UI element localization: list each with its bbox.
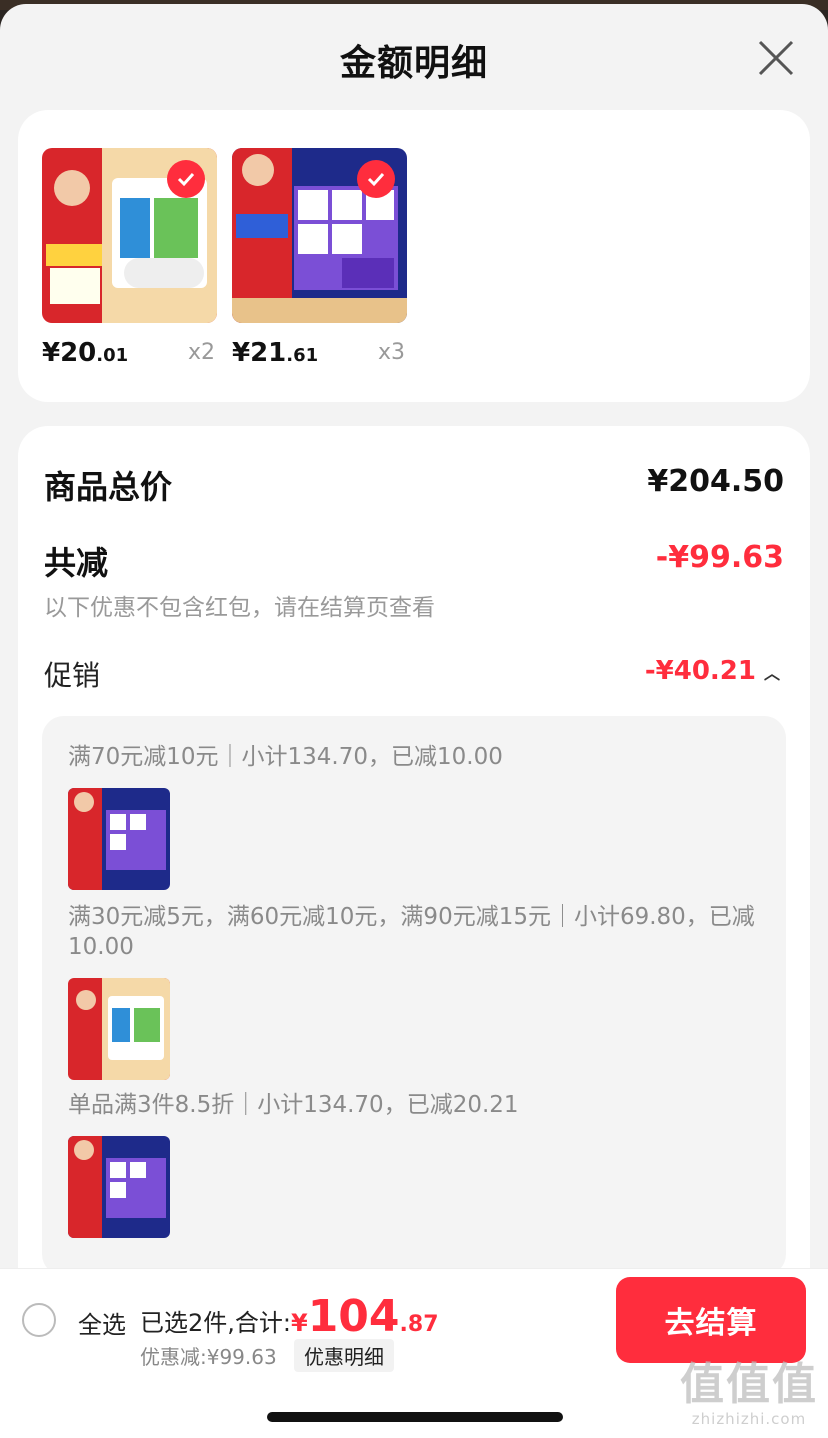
amount-detail-sheet: 金额明细 ¥20.01 x2 ¥21.61 x3 商品总价 ¥204.50 共减… xyxy=(0,4,828,1438)
total-main: 104 xyxy=(307,1291,400,1342)
total-value: ¥204.50 xyxy=(647,464,784,499)
total-symbol: ¥ xyxy=(290,1309,308,1337)
selected-summary: 已选2件,合计:¥104.87 xyxy=(140,1291,439,1342)
promo-thumb-tissue xyxy=(68,788,170,890)
product-price: ¥21.61 xyxy=(232,338,318,368)
select-all-label[interactable]: 全选 xyxy=(78,1305,126,1340)
promo-value: -¥40.21 xyxy=(644,656,756,686)
selected-check-icon[interactable] xyxy=(167,160,205,198)
product-image-tissue[interactable] xyxy=(232,148,407,323)
promo-label: 促销 xyxy=(44,659,101,692)
discount-note: 以下优惠不包含红包，请在结算页查看 xyxy=(44,595,435,621)
promo-thumb-kitchen-paper xyxy=(68,978,170,1080)
price-cents: .61 xyxy=(286,345,319,366)
price-cents: .01 xyxy=(96,345,129,366)
product-price: ¥20.01 xyxy=(42,338,128,368)
product-qty: x2 xyxy=(187,340,215,365)
promo-value-toggle[interactable]: -¥40.21 ︿ xyxy=(645,656,780,686)
chevron-up-icon[interactable]: ︿ xyxy=(764,664,780,683)
price-main: ¥21 xyxy=(232,338,287,368)
watermark-sub: zhizhizhi.com xyxy=(691,1410,807,1428)
close-icon[interactable] xyxy=(754,36,798,80)
discount-value: -¥99.63 xyxy=(655,540,784,575)
watermark: 值值值 zhizhizhi.com xyxy=(680,1359,818,1429)
watermark-main: 值值值 xyxy=(680,1359,818,1410)
price-main: ¥20 xyxy=(42,338,97,368)
selected-text: 已选2件,合计: xyxy=(140,1309,291,1337)
total-label: 商品总价 xyxy=(44,468,173,506)
promo-rule: 单品满3件8.5折｜小计134.70，已减20.21 xyxy=(68,1092,519,1118)
promo-rule: 满30元减5元，满60元减10元，满90元减15元｜小计69.80，已减10.0… xyxy=(68,904,755,960)
total-cents: .87 xyxy=(399,1312,439,1337)
home-indicator[interactable] xyxy=(267,1412,563,1422)
product-qty: x3 xyxy=(377,340,405,365)
discount-detail-button[interactable]: 优惠明细 xyxy=(294,1339,394,1372)
select-all-radio[interactable] xyxy=(22,1303,56,1337)
discount-label: 共减 xyxy=(44,544,109,582)
promo-details: 满70元减10元｜小计134.70，已减10.00 满30元减5元，满60元减1… xyxy=(42,716,786,1276)
products-card: ¥20.01 x2 ¥21.61 x3 xyxy=(18,110,810,402)
product-image-kitchen-paper[interactable] xyxy=(42,148,217,323)
selected-check-icon[interactable] xyxy=(357,160,395,198)
promo-rule: 满70元减10元｜小计134.70，已减10.00 xyxy=(68,744,503,770)
saved-amount: 优惠减:¥99.63 xyxy=(140,1345,277,1369)
promo-thumb-tissue xyxy=(68,1136,170,1238)
checkout-button[interactable]: 去结算 xyxy=(616,1277,806,1363)
sheet-title: 金额明细 xyxy=(339,43,488,84)
